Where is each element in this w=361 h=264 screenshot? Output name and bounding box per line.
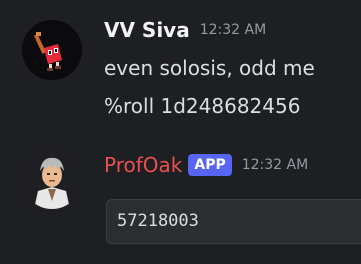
bot-avatar[interactable] [22, 149, 82, 209]
bot-username[interactable]: ProfOak [104, 153, 182, 177]
timestamp: 12:32 AM [241, 157, 309, 173]
red-mushroom-character-icon [22, 20, 82, 80]
message-header: ProfOak APP 12:32 AM [104, 153, 308, 177]
message-header: VV Siva 12:32 AM [104, 18, 266, 42]
timestamp: 12:32 AM [199, 22, 267, 38]
professor-oak-icon [22, 149, 82, 209]
code-block: 57218003 [106, 199, 361, 244]
message-text: %roll 1d248682456 [104, 94, 301, 118]
user-avatar[interactable] [22, 20, 82, 80]
message-profoak: ProfOak APP 12:32 AM 57218003 [0, 149, 361, 264]
username[interactable]: VV Siva [104, 18, 190, 42]
message-vv-siva: VV Siva 12:32 AM even solosis, odd me %r… [0, 14, 361, 149]
app-badge: APP [188, 154, 232, 176]
code-text: 57218003 [117, 211, 199, 231]
message-text: even solosis, odd me [104, 56, 315, 80]
